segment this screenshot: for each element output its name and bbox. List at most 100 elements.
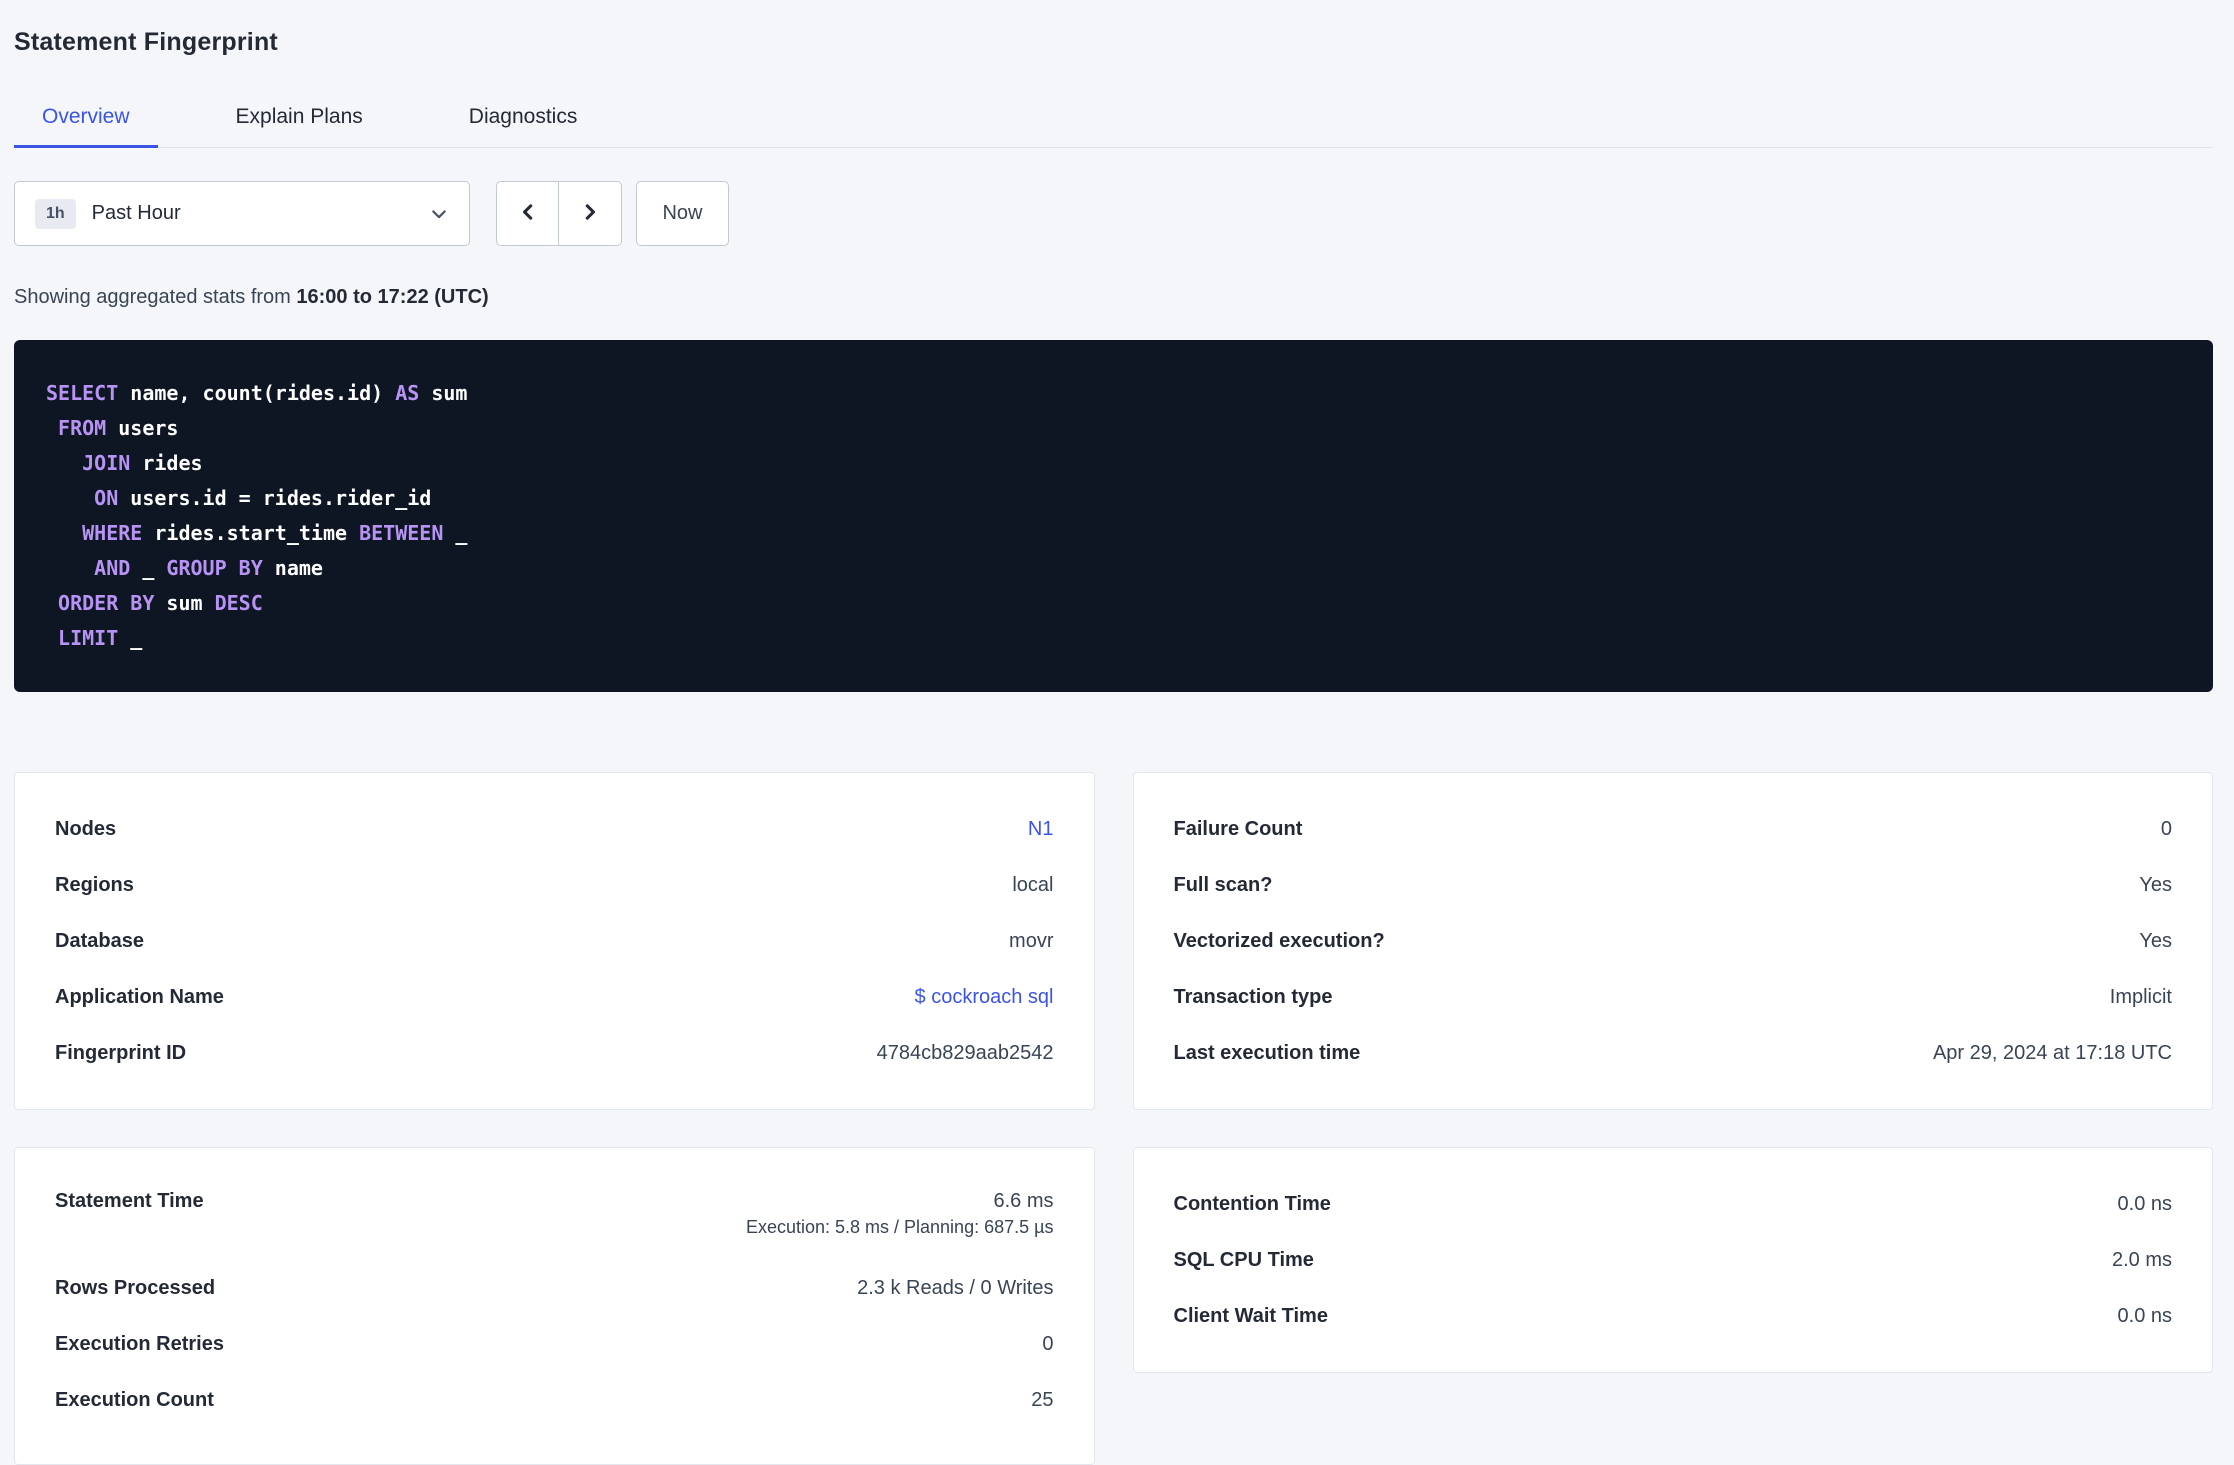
time-toolbar: 1h Past Hour Now — [14, 181, 2213, 246]
sql-line: ORDER BY sum DESC — [46, 586, 2181, 621]
sql-text: users — [106, 416, 179, 440]
row-failure-count: Failure Count 0 — [1174, 801, 2173, 857]
nodes-label: Nodes — [55, 817, 117, 840]
row-fingerprint-id: Fingerprint ID 4784cb829aab2542 — [55, 1025, 1054, 1081]
summary-cards-row-1: Nodes N1 Regions local Database movr App… — [14, 772, 2213, 1110]
sql-text: name, count(rides.id) — [118, 381, 396, 405]
last-execution-time-value: Apr 29, 2024 at 17:18 UTC — [1932, 1041, 2172, 1064]
fingerprint-id-label: Fingerprint ID — [55, 1041, 187, 1064]
sql-keyword: WHERE — [82, 521, 143, 545]
sql-line: WHERE rides.start_time BETWEEN _ — [46, 516, 2181, 551]
application-name-value-link[interactable]: $ cockroach sql — [915, 986, 1054, 1009]
timing-card: Statement Time 6.6 ms Execution: 5.8 ms … — [14, 1147, 1095, 1465]
sql-line: JOIN rides — [46, 446, 2181, 481]
failure-count-value: 0 — [2160, 817, 2172, 840]
rows-processed-value: 2.3 k Reads / 0 Writes — [857, 1276, 1054, 1299]
summary-cards-row-2: Statement Time 6.6 ms Execution: 5.8 ms … — [14, 1147, 2213, 1465]
row-transaction-type: Transaction type Implicit — [1174, 969, 2173, 1025]
interval-label: Past Hour — [91, 202, 181, 224]
now-button[interactable]: Now — [636, 181, 729, 246]
full-scan-value: Yes — [2139, 873, 2172, 896]
transaction-type-label: Transaction type — [1173, 985, 1333, 1008]
statement-fingerprint-page: Statement Fingerprint Overview Explain P… — [0, 0, 2234, 1465]
stats-line-prefix: Showing aggregated stats from — [14, 286, 297, 308]
sql-text: _ — [130, 556, 167, 580]
row-client-wait-time: Client Wait Time 0.0 ns — [1174, 1288, 2173, 1344]
row-last-execution-time: Last execution time Apr 29, 2024 at 17:1… — [1174, 1025, 2173, 1081]
nodes-value-link[interactable]: N1 — [1028, 818, 1054, 841]
failure-count-label: Failure Count — [1173, 817, 1303, 840]
previous-interval-button[interactable] — [496, 181, 559, 246]
chevron-down-icon — [429, 204, 449, 224]
row-execution-retries: Execution Retries 0 — [55, 1316, 1054, 1372]
sql-text: _ — [118, 626, 143, 650]
regions-value: local — [1012, 873, 1054, 896]
sql-text: sum — [154, 591, 215, 615]
sql-line: SELECT name, count(rides.id) AS sum — [46, 376, 2181, 411]
rows-processed-label: Rows Processed — [55, 1276, 216, 1299]
tab-bar: Overview Explain Plans Diagnostics — [14, 105, 2213, 148]
last-execution-time-label: Last execution time — [1173, 1041, 1361, 1064]
sql-keyword: GROUP BY — [166, 556, 263, 580]
execution-retries-value: 0 — [1042, 1332, 1054, 1355]
full-scan-label: Full scan? — [1173, 873, 1273, 896]
sql-text: rides.start_time — [142, 521, 360, 545]
sql-line: AND _ GROUP BY name — [46, 551, 2181, 586]
sql-keyword: AND — [94, 556, 131, 580]
contention-time-value: 0.0 ns — [2117, 1192, 2172, 1215]
vectorized-execution-value: Yes — [2139, 929, 2172, 952]
statement-time-label: Statement Time — [55, 1190, 204, 1212]
tab-overview[interactable]: Overview — [14, 105, 158, 148]
time-interval-dropdown[interactable]: 1h Past Hour — [14, 181, 470, 246]
sql-keyword: JOIN — [82, 451, 131, 475]
row-application-name: Application Name $ cockroach sql — [55, 969, 1054, 1025]
wait-time-card: Contention Time 0.0 ns SQL CPU Time 2.0 … — [1132, 1147, 2213, 1373]
row-nodes: Nodes N1 — [55, 801, 1054, 857]
next-interval-button[interactable] — [559, 181, 622, 246]
regions-label: Regions — [55, 873, 134, 896]
tab-explain-plans[interactable]: Explain Plans — [208, 105, 391, 148]
chevron-left-icon — [517, 201, 539, 226]
sql-keyword: LIMIT — [58, 626, 119, 650]
statement-time-value: 6.6 ms — [993, 1190, 1054, 1212]
statement-time-breakdown: Execution: 5.8 ms / Planning: 687.5 µs — [745, 1217, 1054, 1237]
vectorized-execution-label: Vectorized execution? — [1173, 929, 1385, 952]
database-value: movr — [1009, 929, 1054, 952]
execution-retries-label: Execution Retries — [55, 1332, 224, 1355]
sql-statement: SELECT name, count(rides.id) AS sum FROM… — [14, 340, 2213, 692]
sql-line: FROM users — [46, 411, 2181, 446]
row-sql-cpu-time: SQL CPU Time 2.0 ms — [1174, 1232, 2173, 1288]
client-wait-time-label: Client Wait Time — [1173, 1304, 1328, 1327]
sql-cpu-time-label: SQL CPU Time — [1173, 1248, 1314, 1271]
aggregated-stats-line: Showing aggregated stats from 16:00 to 1… — [14, 286, 2213, 309]
chevron-right-icon — [579, 201, 601, 226]
row-statement-time: Statement Time 6.6 ms Execution: 5.8 ms … — [55, 1176, 1054, 1260]
tab-diagnostics[interactable]: Diagnostics — [441, 105, 606, 148]
row-full-scan: Full scan? Yes — [1174, 857, 2173, 913]
client-wait-time-value: 0.0 ns — [2117, 1304, 2172, 1327]
sql-keyword: BETWEEN — [359, 521, 444, 545]
sql-line: LIMIT _ — [46, 621, 2181, 656]
fingerprint-id-value: 4784cb829aab2542 — [876, 1041, 1054, 1064]
sql-text: users.id = rides.rider_id — [118, 486, 432, 510]
sql-keyword: ORDER BY — [58, 591, 155, 615]
row-rows-processed: Rows Processed 2.3 k Reads / 0 Writes — [55, 1260, 1054, 1316]
interval-badge: 1h — [35, 198, 76, 229]
database-label: Database — [55, 929, 144, 952]
row-vectorized-execution: Vectorized execution? Yes — [1174, 913, 2173, 969]
stats-line-range: 16:00 to 17:22 (UTC) — [296, 286, 489, 308]
sql-keyword: FROM — [58, 416, 107, 440]
application-name-label: Application Name — [55, 985, 224, 1008]
sql-text: name — [262, 556, 323, 580]
execution-attributes-card: Failure Count 0 Full scan? Yes Vectorize… — [1132, 772, 2213, 1110]
contention-time-label: Contention Time — [1173, 1192, 1331, 1215]
row-execution-count: Execution Count 25 — [55, 1372, 1054, 1428]
page-title: Statement Fingerprint — [14, 28, 278, 56]
